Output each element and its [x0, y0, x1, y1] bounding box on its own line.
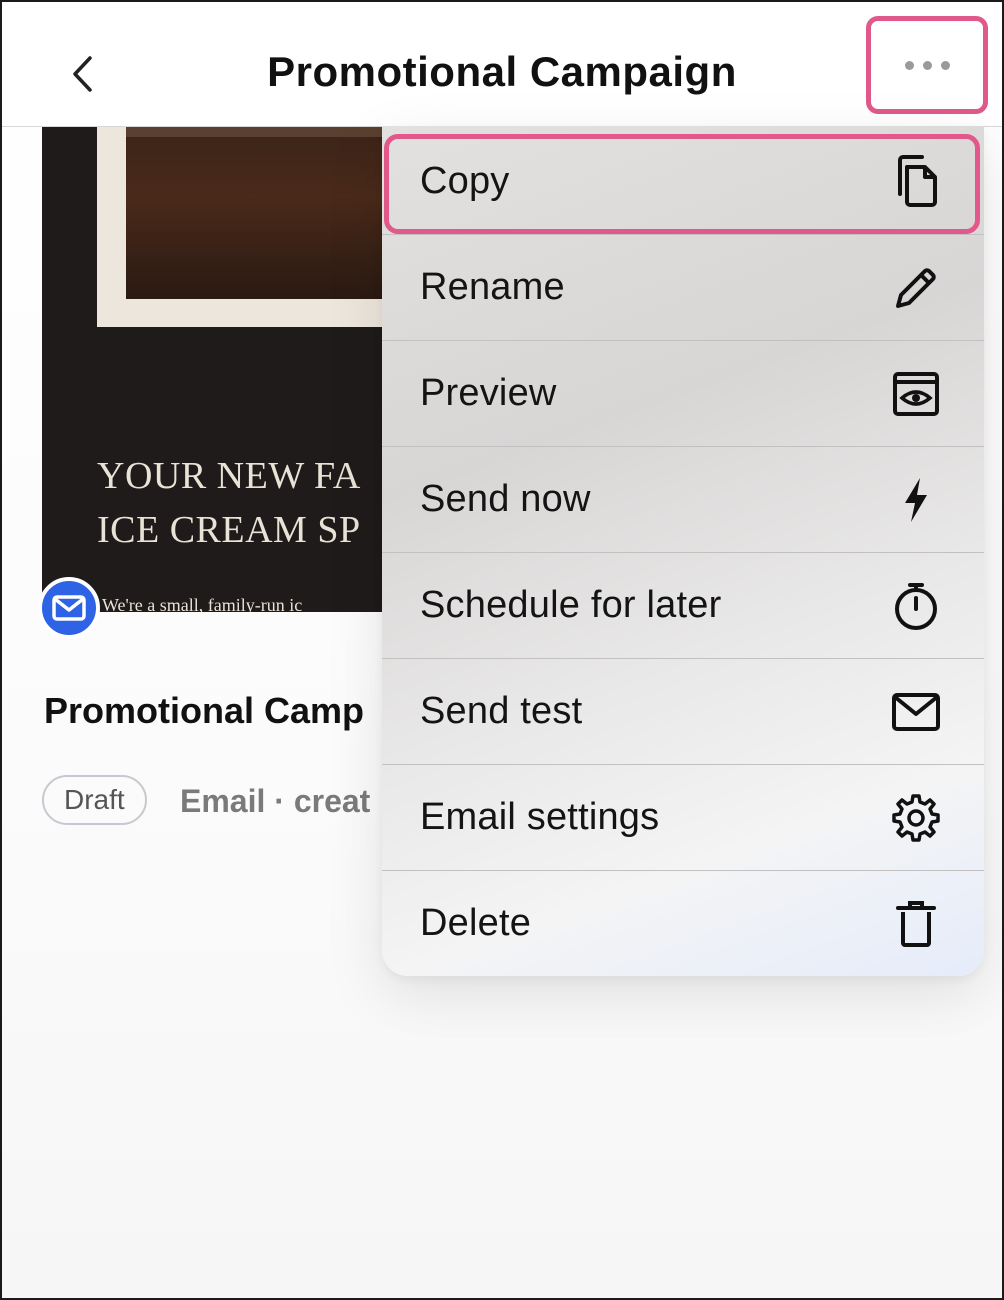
campaign-name: Promotional Camp [44, 690, 365, 731]
thumbnail-body-text: We're a small, family-run ic [102, 595, 303, 612]
menu-item-copy[interactable]: Copy [382, 128, 984, 234]
ellipsis-icon [904, 60, 950, 70]
menu-item-label: Send now [420, 478, 591, 520]
copy-icon [890, 155, 942, 207]
gear-icon [890, 792, 942, 844]
menu-item-label: Rename [420, 266, 565, 308]
page-title: Promotional Campaign [267, 48, 737, 95]
top-bar: Promotional Campaign [2, 2, 1002, 127]
envelope-icon [890, 686, 942, 738]
status-badge: Draft [42, 775, 147, 825]
menu-item-rename[interactable]: Rename [382, 234, 984, 340]
envelope-icon [52, 595, 86, 621]
back-button[interactable] [54, 46, 110, 102]
actions-menu: Copy Rename Preview Send now Schedule fo… [382, 126, 984, 976]
menu-item-label: Send test [420, 690, 583, 732]
menu-item-label: Copy [420, 159, 510, 202]
menu-item-label: Delete [420, 902, 532, 944]
menu-item-label: Email settings [420, 796, 660, 838]
email-type-badge [38, 577, 100, 639]
menu-item-send-test[interactable]: Send test [382, 658, 984, 764]
pencil-icon [890, 262, 942, 314]
campaign-meta: Email · creat [180, 783, 371, 819]
menu-item-send-now[interactable]: Send now [382, 446, 984, 552]
thumbnail-photo-edge [126, 127, 408, 137]
menu-item-delete[interactable]: Delete [382, 870, 984, 976]
stopwatch-icon [890, 580, 942, 632]
status-badge-label: Draft [64, 784, 125, 815]
eye-icon [890, 368, 942, 420]
app-frame: YOUR NEW FA ICE CREAM SP We're a small, … [0, 0, 1004, 1300]
menu-item-preview[interactable]: Preview [382, 340, 984, 446]
trash-icon [890, 898, 942, 950]
menu-item-email-settings[interactable]: Email settings [382, 764, 984, 870]
menu-item-schedule[interactable]: Schedule for later [382, 552, 984, 658]
menu-item-label: Preview [420, 372, 557, 414]
chevron-left-icon [73, 56, 92, 92]
more-options-button[interactable] [866, 16, 988, 114]
lightning-icon [890, 474, 942, 526]
thumbnail-photo [126, 127, 408, 299]
menu-item-label: Schedule for later [420, 584, 722, 626]
